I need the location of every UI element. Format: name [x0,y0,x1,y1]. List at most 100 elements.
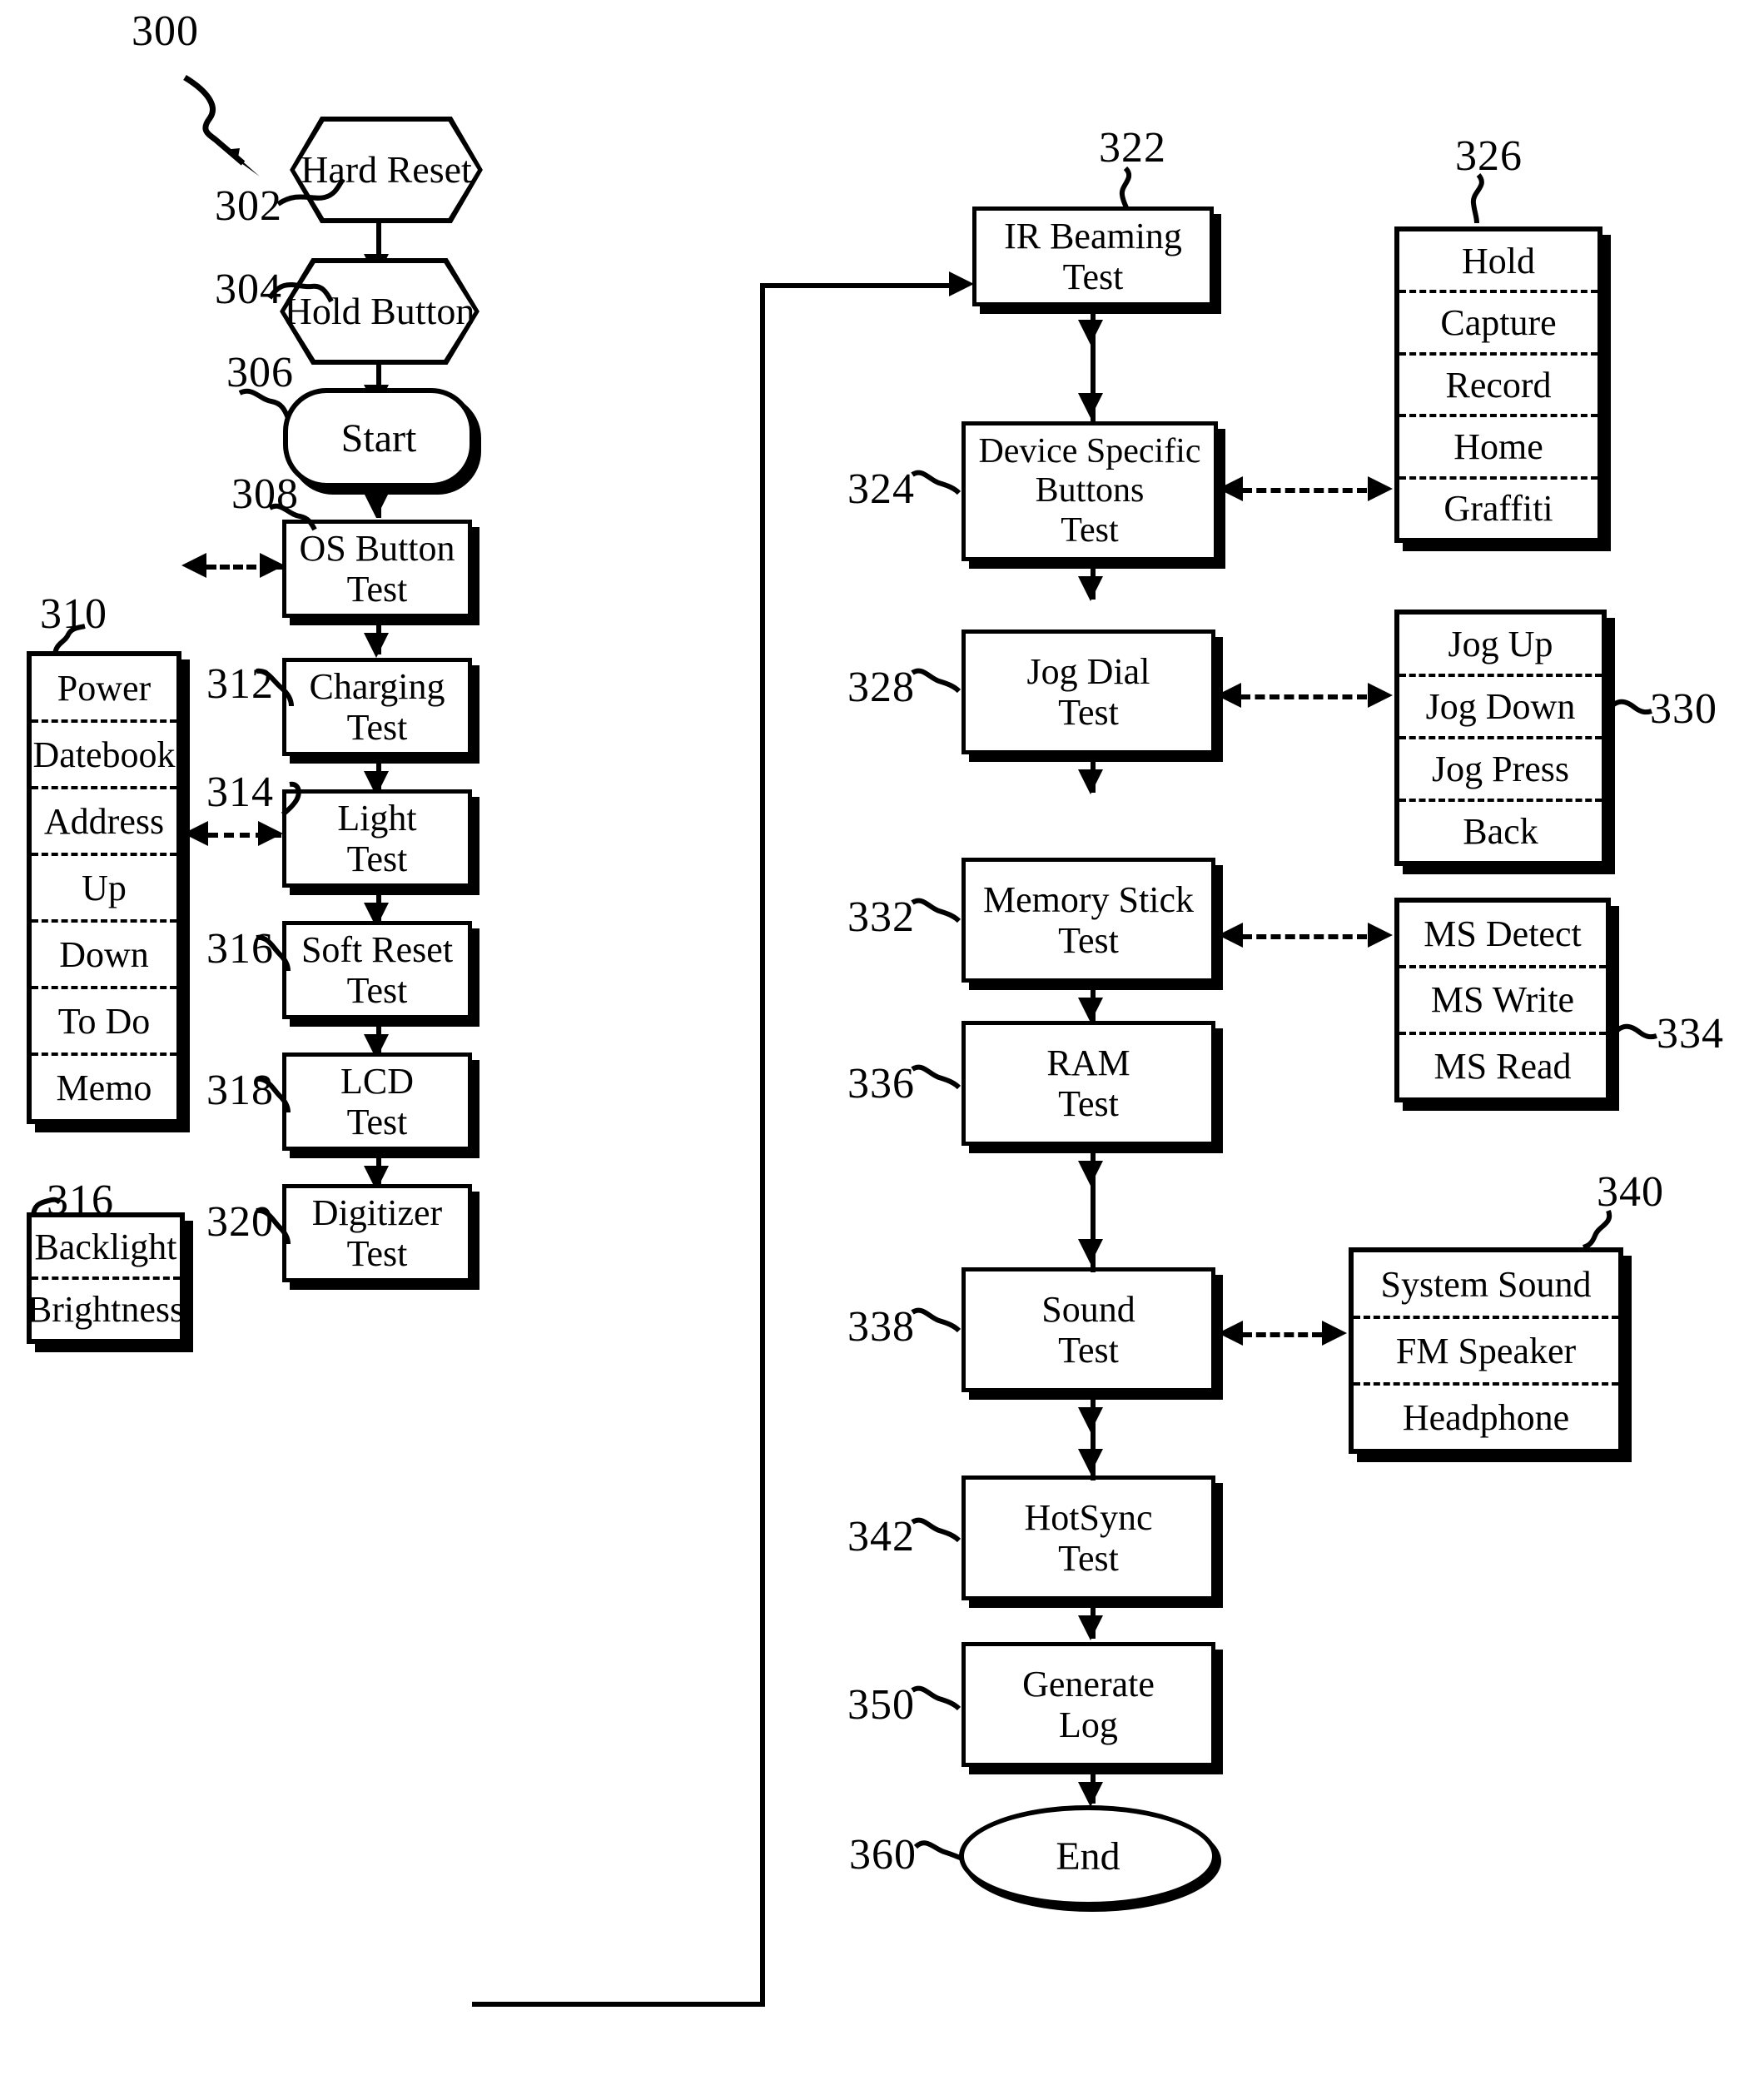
listbox-device-buttons[interactable]: Hold Capture Record Home Graffiti [1394,226,1602,543]
lead-line-318 [256,1076,291,1113]
arrowhead-osbuttons-left [181,553,206,578]
node-ram-test-line2: Test [1058,1083,1119,1124]
list-item: Brightness [27,1289,185,1330]
list-item: MS Detect [1399,903,1606,969]
node-generate-log-line2: Log [1059,1704,1118,1745]
lead-line-340 [1583,1209,1612,1250]
node-jog-dial-test[interactable]: Jog Dial Test [961,630,1215,754]
node-sound-test-line2: Test [1058,1330,1119,1371]
lead-line-350 [911,1685,961,1711]
list-item: Home [1399,417,1597,480]
lead-line-306 [238,388,291,420]
arrowhead-msitems-right [1368,923,1393,948]
node-memory-stick-test-line1: Memory Stick [983,878,1194,920]
lead-line-360 [913,1840,963,1861]
node-ram-test[interactable]: RAM Test [961,1021,1215,1146]
node-device-buttons-test-line1: Device Specific [978,432,1201,471]
list-item: Up [32,856,176,923]
arrowhead-msitems-left [1218,923,1243,948]
listbox-sound-items[interactable]: System Sound FM Speaker Headphone [1349,1247,1623,1454]
connector-msitems-dashed [1242,934,1367,939]
arrowhead-devicebuttons-right [1368,476,1393,501]
lead-line-310 [52,624,86,657]
arrowhead-ir-beaming [949,271,974,296]
arrowhead-sound-2 [1078,1239,1103,1264]
listbox-os-buttons[interactable]: Power Datebook Address Up Down To Do Mem… [27,651,181,1124]
node-sound-test-line1: Sound [1041,1288,1135,1330]
ref-numeral-338: 338 [847,1303,915,1351]
arrowhead-ram [1078,998,1103,1023]
node-light-test-line1: Light [337,797,417,839]
lead-line-326 [1470,173,1484,224]
connector-digitizer-to-riser [472,2002,765,2007]
lead-line-338 [911,1307,961,1333]
ref-numeral-334: 334 [1657,1010,1724,1057]
node-memory-stick-test-line2: Test [1058,920,1119,961]
ref-numeral-350: 350 [847,1681,915,1729]
ref-numeral-330: 330 [1650,685,1717,733]
arrowhead-hotsync-2 [1078,1449,1103,1474]
lead-line-342 [911,1517,961,1543]
arrowhead-sounditems-left [1218,1321,1243,1346]
arrowhead-memorystick [1078,769,1103,794]
lead-line-316-list [31,1197,62,1218]
lead-line-336 [911,1064,961,1090]
list-item: Hold [1399,231,1597,294]
node-ir-beaming-test-line2: Test [1062,256,1124,297]
node-digitizer-test-line1: Digitizer [311,1192,443,1233]
arrowhead-jogitems-right [1368,683,1393,708]
arrowhead-charging [364,633,389,658]
node-start[interactable]: Start [283,388,475,488]
node-ir-beaming-test[interactable]: IR Beaming Test [972,207,1214,306]
lead-line-330 [1606,699,1652,715]
arrowhead-end [1078,1782,1103,1807]
listbox-jog-items[interactable]: Jog Up Jog Down Jog Press Back [1394,610,1607,866]
node-ram-test-line1: RAM [1046,1042,1130,1083]
list-item: MS Read [1434,1045,1572,1087]
node-soft-reset-test-line1: Soft Reset [301,928,454,970]
list-item: Record [1399,356,1597,418]
patent-flowchart-figure: 300 Hard Reset 302 Hold Button 304 Start… [0,0,1754,2100]
node-device-buttons-test[interactable]: Device Specific Buttons Test [961,421,1218,561]
connector-riser-vertical [760,283,765,2007]
arrowhead-generatelog [1078,1615,1103,1640]
list-item: Power [32,656,176,723]
ref-numeral-324: 324 [847,465,915,513]
arrowhead-lightitems-right [258,821,283,846]
connector-sounditems-dashed [1242,1332,1322,1337]
lead-line-308 [268,503,317,531]
listbox-light-items[interactable]: Backlight Brightness [27,1212,185,1344]
arrowhead-devicebuttons-left [1218,476,1243,501]
node-lcd-test-line1: LCD [340,1060,414,1102]
node-end[interactable]: End [959,1805,1217,1907]
list-item: Headphone [1402,1396,1570,1438]
ref-numeral-332: 332 [847,893,915,941]
node-jog-dial-test-line2: Test [1058,692,1119,733]
connector-riser-to-ir [760,283,960,288]
node-memory-stick-test[interactable]: Memory Stick Test [961,858,1215,983]
ref-numeral-322: 322 [1099,124,1166,172]
node-charging-test-line2: Test [346,707,408,748]
lead-line-302 [276,177,345,207]
arrowhead-osbutton [364,493,389,518]
list-item: Address [32,789,176,856]
lead-line-312 [256,668,294,707]
list-item: To Do [32,989,176,1056]
node-light-test-line2: Test [346,839,408,879]
lead-line-324 [911,470,961,495]
node-hotsync-test-line2: Test [1058,1538,1119,1579]
list-item: Datebook [32,723,176,789]
node-device-buttons-test-line2: Buttons [1035,471,1145,510]
node-end-label: End [1056,1834,1120,1879]
list-item: Jog Press [1399,739,1602,802]
node-hotsync-test-line1: HotSync [1024,1496,1153,1538]
arrowhead-sounditems-right [1322,1321,1347,1346]
arrowhead-osbuttons-right [260,553,285,578]
node-sound-test[interactable]: Sound Test [961,1267,1215,1392]
lead-line-316 [256,934,291,972]
listbox-ms-items[interactable]: MS Detect MS Write MS Read [1394,898,1611,1102]
lead-line-332 [911,898,961,923]
node-hotsync-test[interactable]: HotSync Test [961,1475,1215,1600]
node-jog-dial-test-line1: Jog Dial [1026,650,1150,692]
node-generate-log[interactable]: Generate Log [961,1642,1215,1767]
